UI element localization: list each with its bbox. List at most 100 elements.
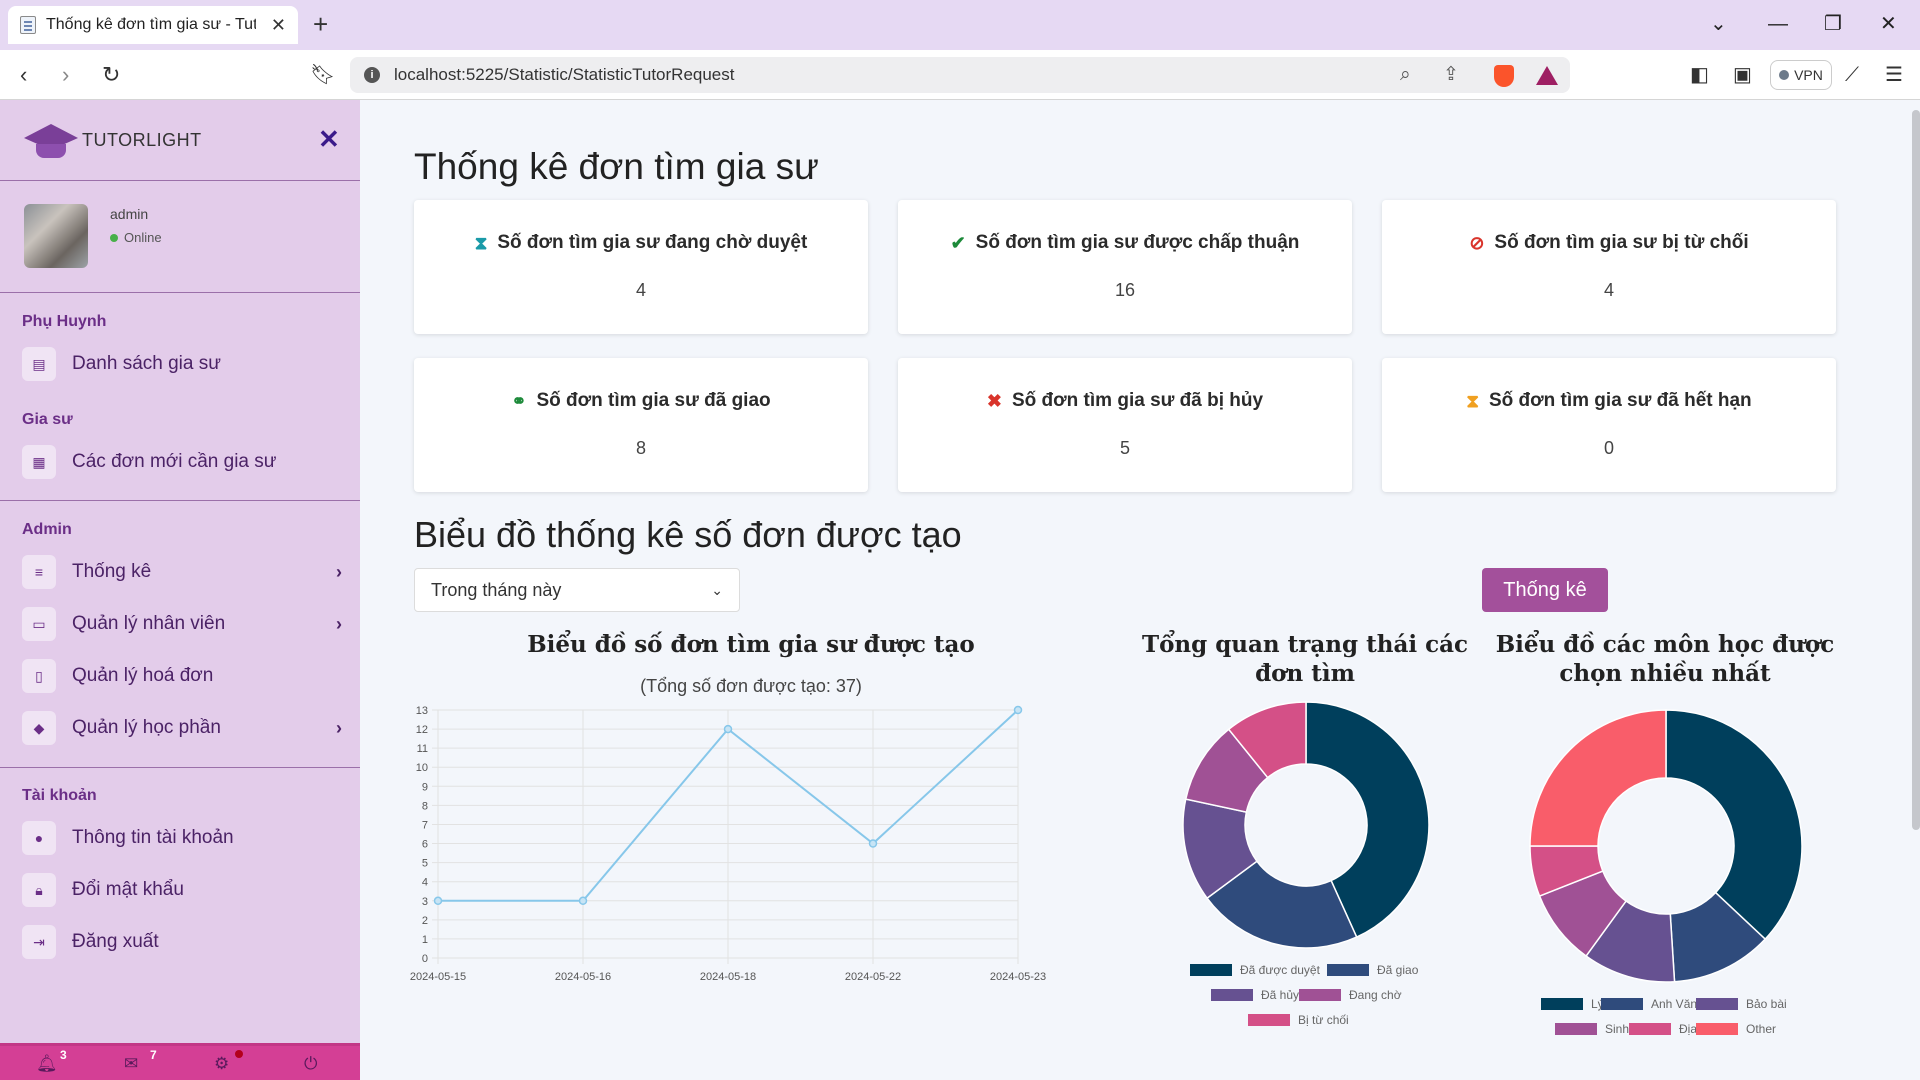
url-field[interactable]: i localhost:5225/Statistic/StatisticTuto… [350,57,1570,93]
user-status-text: Online [124,230,162,245]
settings-badge-dot [235,1050,243,1058]
sidebar-item-label: Đăng xuất [72,931,159,952]
message-count: 7 [150,1048,157,1062]
legend-swatch [1629,1023,1671,1035]
back-icon[interactable]: ‹ [20,61,27,89]
wallet-icon[interactable]: ▣ [1733,62,1752,88]
divider [0,767,360,768]
section-title-tai-khoan: Tài khoản [22,787,97,804]
stat-card-expired: ⧗ Số đơn tìm gia sư đã hết hạn 0 [1382,358,1836,492]
sidebar-item-label: Thống kê [72,561,152,582]
y-tick-label: 13 [416,705,428,717]
legend-label: Bị từ chối [1298,1013,1349,1027]
legend-swatch [1211,989,1253,1001]
notification-count: 3 [60,1048,67,1062]
data-point [868,839,878,848]
legend-label: Bảo bài [1746,997,1787,1011]
line-chart-subtitle: (Tổng số đơn được tạo: 37) [640,676,862,696]
new-tab-icon[interactable]: + [313,10,328,38]
legend-swatch [1248,1014,1290,1026]
menu-icon[interactable]: ☰ [1885,62,1903,88]
y-tick-label: 9 [422,781,428,793]
sidebar-item-cac-don-moi[interactable]: ▦ Các đơn mới cần gia sư [22,442,342,482]
card-label: Số đơn tìm gia sư đã giao [536,390,771,411]
vpn-label: VPN [1794,67,1823,83]
window-close-icon[interactable]: ✕ [1880,10,1897,38]
main-content: Thống kê đơn tìm gia sư ⧗ Số đơn tìm gia … [360,100,1920,1080]
chevron-right-icon: › [336,717,342,738]
card-label: Số đơn tìm gia sư đang chờ duyệt [497,232,808,253]
leo-ai-icon[interactable]: ⟋ [1845,62,1859,88]
avatar[interactable] [24,204,88,268]
share-icon[interactable]: ⇪ [1443,63,1459,87]
sidebar-item-thong-tin-tai-khoan[interactable]: ● Thông tin tài khoản [22,818,342,858]
logout-icon: ⇥ [22,925,56,959]
y-tick-label: 3 [422,896,428,908]
stat-card-rejected: ⊘ Số đơn tìm gia sư bị từ chối 4 [1382,200,1836,334]
card-label: Số đơn tìm gia sư bị từ chối [1494,232,1749,253]
site-info-icon[interactable]: i [364,67,380,83]
page-title: Thống kê đơn tìm gia sư [414,146,819,187]
legend-swatch [1327,964,1369,976]
forward-icon[interactable]: › [62,61,69,89]
line-chart-title: Biểu đồ số đơn tìm gia sư được tạo [527,631,975,658]
logo[interactable]: TUTORLIGHT [24,122,202,158]
sidebar-item-quan-ly-nhan-vien[interactable]: ▭ Quản lý nhân viên › [22,604,342,644]
legend-label: Đang chờ [1349,988,1402,1002]
tab-search-chevron-icon[interactable]: ⌄ [1710,10,1727,38]
legend-swatch [1190,964,1232,976]
minimize-icon[interactable]: — [1768,10,1788,38]
chevron-right-icon: › [336,613,342,634]
envelope-icon[interactable]: ✉ [124,1054,138,1074]
sidebar-toggle-icon[interactable]: ◧ [1690,62,1709,88]
statistic-button[interactable]: Thống kê [1482,568,1608,612]
gear-icon[interactable]: ⚙ [214,1054,229,1074]
sidebar-item-dang-xuat[interactable]: ⇥ Đăng xuất [22,922,342,962]
handshake-icon: ⚭ [511,390,527,411]
bookmark-icon[interactable]: 🔖︎ [310,61,335,89]
doughnut-slice [1665,709,1803,941]
sidebar-item-danh-sach-gia-su[interactable]: ▤ Danh sách gia sư [22,344,342,384]
sidebar-item-label: Quản lý hoá đơn [72,665,214,686]
period-select[interactable]: Trong tháng này ⌄ [414,568,740,612]
y-tick-label: 5 [422,858,428,870]
restore-icon[interactable]: ❐ [1824,10,1842,38]
sidebar-item-quan-ly-hoc-phan[interactable]: ◆ Quản lý học phần › [22,708,342,748]
sidebar-item-doi-mat-khau[interactable]: 🔒︎ Đổi mật khẩu [22,870,342,910]
check-icon: ✔ [950,232,966,253]
stat-card-delivered: ⚭ Số đơn tìm gia sư đã giao 8 [414,358,868,492]
sidebar-item-quan-ly-hoa-don[interactable]: ▯ Quản lý hoá đơn [22,656,342,696]
section-title-admin: Admin [22,521,72,538]
bell-icon[interactable]: 🔔︎ [36,1054,58,1074]
stat-card-cancelled: ✖ Số đơn tìm gia sư đã bị hủy 5 [898,358,1352,492]
tab-close-icon[interactable]: ✕ [271,15,286,36]
sidebar-item-label: Các đơn mới cần gia sư [72,451,277,472]
sidebar-close-icon[interactable]: ✕ [318,124,340,155]
sidebar: TUTORLIGHT ✕ admin Online Phụ Huynh ▤ Da… [0,100,360,1080]
sidebar-item-thong-ke[interactable]: ≡ Thống kê › [22,552,342,592]
y-tick-label: 11 [417,743,428,755]
x-tick-label: 2024-05-16 [555,971,611,983]
legend-label: Địa [1679,1022,1697,1036]
browser-tab[interactable]: Thống kê đơn tìm gia sư - Tutor ✕ [8,6,298,44]
y-tick-label: 6 [422,839,428,851]
legend-label: Other [1746,1022,1776,1036]
status-doughnut-chart: Đã được duyệt Đã giao Đã hủy Đang chờBị từ … [1182,701,1430,1027]
x-tick-label: 2024-05-15 [410,971,466,983]
page-scrollbar[interactable] [1912,110,1920,830]
card-value: 8 [635,438,646,458]
brave-shields-icon[interactable] [1494,65,1514,87]
y-tick-label: 4 [422,877,428,889]
brave-rewards-icon[interactable] [1536,66,1558,85]
vpn-button[interactable]: VPN [1770,60,1832,90]
data-point [578,896,588,906]
zoom-icon[interactable]: ⌕ [1400,63,1411,87]
y-tick-label: 0 [422,953,428,965]
line-chart: 0123456789101112132024-05-15 2024-05-16 20… [410,705,1046,983]
online-dot-icon [110,233,118,242]
status-pie-title: Tổng quan trạng thái các đơn tìm [1141,631,1469,687]
x-tick-label: 2024-05-22 [845,971,901,983]
power-icon[interactable]: ⏻ [304,1054,317,1074]
reload-icon[interactable]: ↻ [102,61,120,89]
x-tick-label: 2024-05-18 [700,971,756,983]
